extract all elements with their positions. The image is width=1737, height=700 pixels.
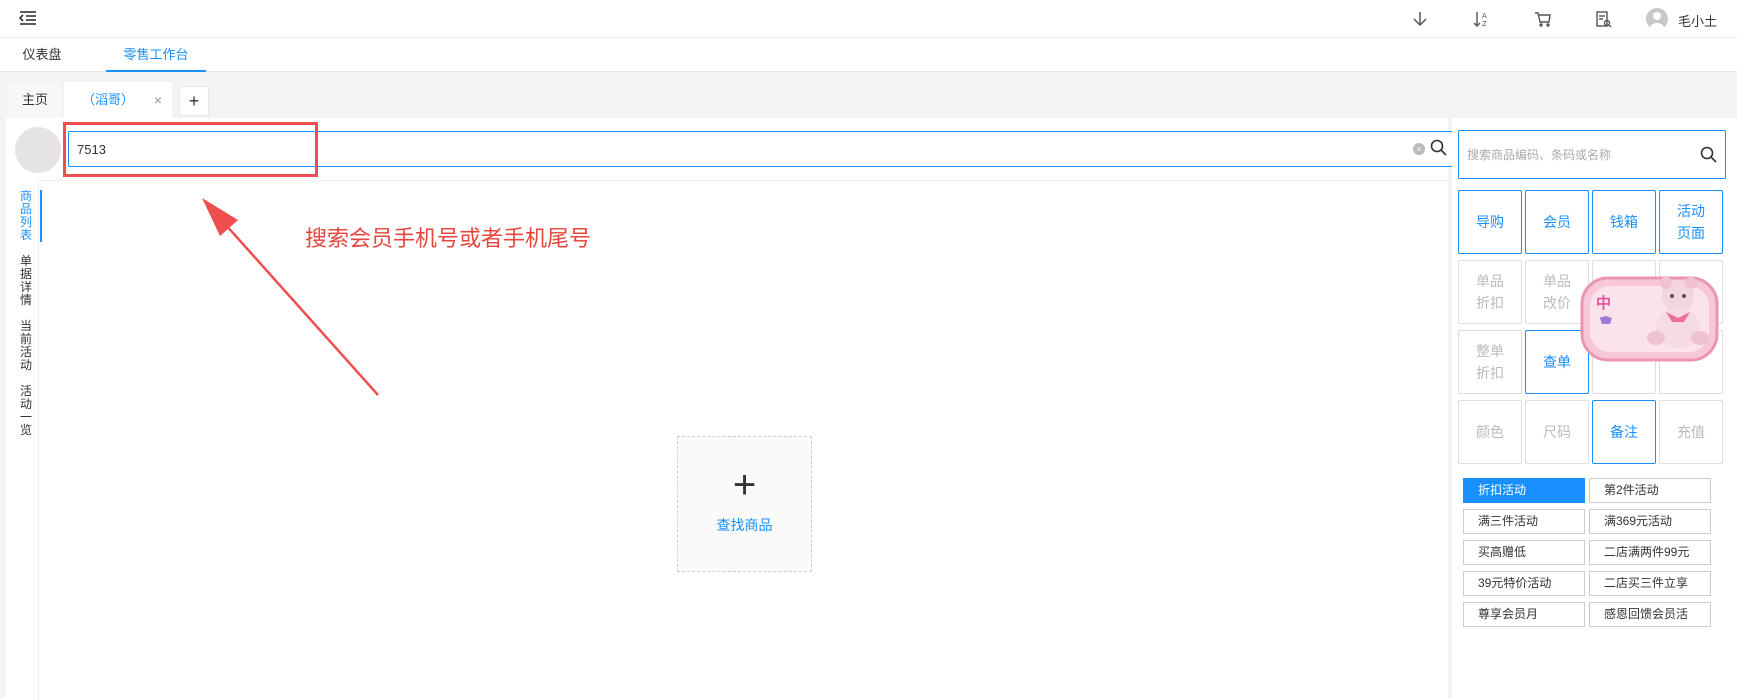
side-tabs: 商品列表 单据详情 当前活动 活动一览 xyxy=(14,190,42,450)
size-button[interactable]: 尺码 xyxy=(1525,400,1589,464)
sticker-glyph: 中 xyxy=(1596,294,1611,312)
find-product-label: 查找商品 xyxy=(716,517,773,533)
plus-icon: + xyxy=(732,463,757,507)
member-avatar[interactable] xyxy=(15,127,61,173)
receipt-search-icon[interactable] xyxy=(1592,8,1614,30)
promotion-item[interactable]: 二店买三件立享 xyxy=(1589,571,1711,596)
page-tab-member[interactable]: （滔哥） × xyxy=(64,82,172,118)
product-search-box xyxy=(1458,130,1726,179)
menu-collapse-icon[interactable] xyxy=(18,10,38,26)
side-tab-current-activity[interactable]: 当前活动 xyxy=(20,320,34,372)
side-tab-activity-overview[interactable]: 活动一览 xyxy=(20,385,34,437)
promotion-item[interactable]: 买高赠低 xyxy=(1463,540,1585,565)
order-discount-button[interactable]: 整单 折扣 xyxy=(1458,330,1522,394)
download-icon[interactable] xyxy=(1409,8,1431,30)
product-search-input[interactable] xyxy=(1459,131,1689,178)
add-tab-button[interactable]: + xyxy=(179,86,209,116)
page-tab-member-label: （滔哥） xyxy=(82,92,135,107)
search-icon[interactable] xyxy=(1699,145,1719,165)
svg-text:Z: Z xyxy=(1482,20,1487,28)
tab-retail-workbench[interactable]: 零售工作台 xyxy=(106,38,206,72)
activity-page-button[interactable]: 活动 页面 xyxy=(1659,190,1723,254)
svg-text:A: A xyxy=(1482,12,1487,20)
find-product-button[interactable]: + 查找商品 xyxy=(677,436,812,572)
color-button[interactable]: 颜色 xyxy=(1458,400,1522,464)
page-tabs: 主页 （滔哥） × + xyxy=(0,72,1737,118)
user-avatar-icon[interactable] xyxy=(1646,8,1668,30)
sort-icon[interactable]: AZ xyxy=(1471,8,1493,30)
item-discount-button[interactable]: 单品 折扣 xyxy=(1458,260,1522,324)
search-icon[interactable] xyxy=(1429,138,1449,158)
top-bar: AZ 毛小土 xyxy=(0,0,1737,38)
promotion-item[interactable]: 尊享会员月 xyxy=(1463,602,1585,627)
guide-button[interactable]: 导购 xyxy=(1458,190,1522,254)
side-tab-order-detail[interactable]: 单据详情 xyxy=(20,255,34,307)
promotion-item[interactable]: 二店满两件99元 xyxy=(1589,540,1711,565)
annotation-text: 搜索会员手机号或者手机尾号 xyxy=(305,227,592,252)
cart-icon[interactable] xyxy=(1532,8,1554,30)
tab-dashboard[interactable]: 仪表盘 xyxy=(12,38,72,72)
promotion-item[interactable]: 满三件活动 xyxy=(1463,509,1585,534)
cash-box-button[interactable]: 钱箱 xyxy=(1592,190,1656,254)
teddy-bear-sticker: 中 xyxy=(1578,266,1721,370)
page-tab-home[interactable]: 主页 xyxy=(8,82,63,118)
close-icon[interactable]: × xyxy=(154,82,162,118)
member-search-box: × xyxy=(68,131,1453,167)
promotion-item[interactable]: 满369元活动 xyxy=(1589,509,1711,534)
clear-icon[interactable]: × xyxy=(1413,143,1425,155)
promotion-item[interactable]: 第2件活动 xyxy=(1589,478,1711,503)
remark-button[interactable]: 备注 xyxy=(1592,400,1656,464)
promotion-item[interactable]: 感恩回馈会员活 xyxy=(1589,602,1711,627)
promotion-item[interactable]: 39元特价活动 xyxy=(1463,571,1585,596)
recharge-button[interactable]: 充值 xyxy=(1659,400,1723,464)
promotion-item[interactable]: 折扣活动 xyxy=(1463,478,1585,503)
member-button[interactable]: 会员 xyxy=(1525,190,1589,254)
member-search-input[interactable] xyxy=(69,132,1399,166)
username[interactable]: 毛小土 xyxy=(1678,11,1717,30)
nav-tabs: 仪表盘 零售工作台 xyxy=(0,38,1737,72)
